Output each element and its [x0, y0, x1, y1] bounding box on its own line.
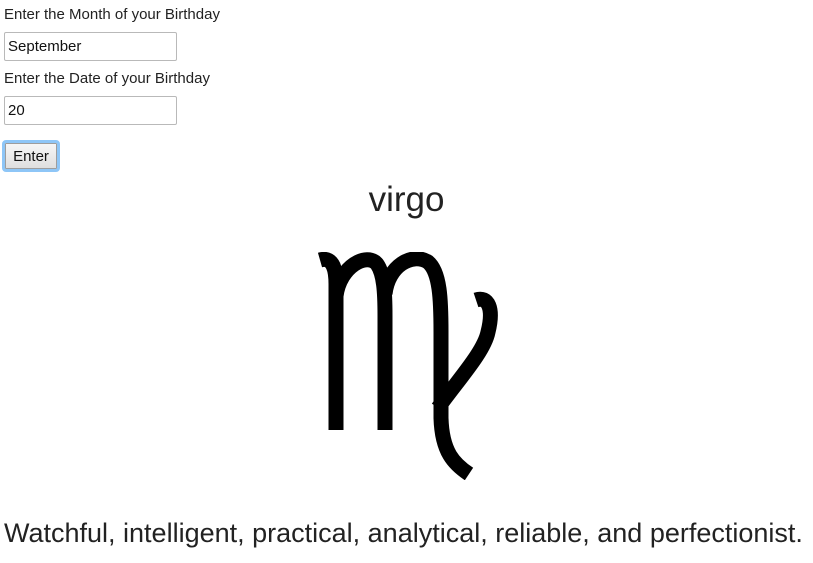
- month-input[interactable]: [4, 32, 177, 61]
- date-label: Enter the Date of your Birthday: [4, 70, 210, 87]
- sign-description: Watchful, intelligent, practical, analyt…: [4, 518, 803, 548]
- enter-button[interactable]: Enter: [2, 140, 60, 172]
- birthday-form: Enter the Month of your Birthday Enter t…: [4, 0, 220, 125]
- zodiac-sign-name: virgo: [368, 180, 445, 219]
- date-input[interactable]: [4, 96, 177, 125]
- virgo-zodiac-icon: [317, 252, 498, 480]
- month-label: Enter the Month of your Birthday: [4, 6, 220, 23]
